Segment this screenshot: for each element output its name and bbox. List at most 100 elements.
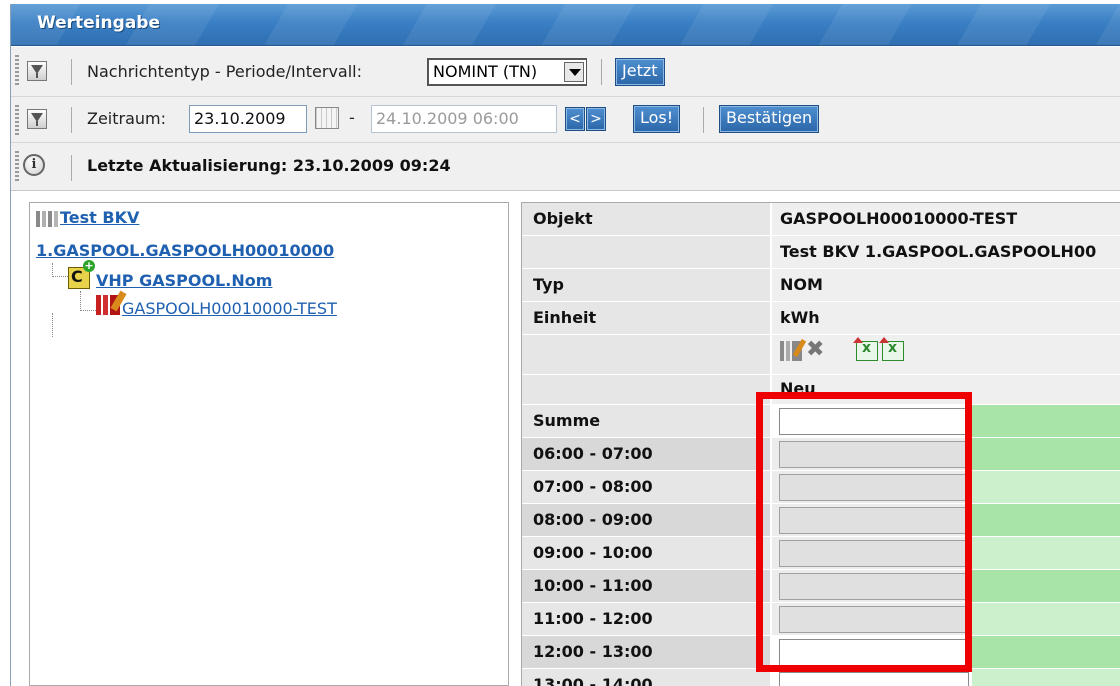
tree-connector bbox=[52, 263, 68, 277]
toolbar-separator bbox=[71, 155, 72, 181]
interval-label: 09:00 - 10:00 bbox=[522, 537, 771, 570]
tree-connector bbox=[80, 291, 96, 311]
grid-row-type: Typ NOM bbox=[522, 269, 1120, 302]
toolbar-separator bbox=[71, 107, 72, 133]
value-grid: Objekt GASPOOLH00010000-TEST Test BKV 1.… bbox=[521, 202, 1120, 686]
go-button[interactable]: Los! bbox=[633, 105, 681, 133]
message-type-toolbar: Nachrichtentyp - Periode/Intervall: NOMI… bbox=[11, 47, 1120, 97]
object-tree: Test BKV 1.GASPOOL.GASPOOLH00010000 VHP … bbox=[29, 202, 509, 686]
date-range-toolbar: Zeitraum: 23.10.2009 - 24.10.2009 06:00 … bbox=[11, 97, 1120, 143]
sum-value-cell bbox=[772, 405, 972, 438]
object-path-value: Test BKV 1.GASPOOL.GASPOOLH00 bbox=[772, 236, 1120, 269]
interval-value-cell bbox=[772, 438, 972, 471]
table-row: 13:00 - 14:00 bbox=[522, 669, 1120, 686]
toolbar-grip-icon[interactable] bbox=[15, 105, 19, 137]
interval-value-cell bbox=[772, 603, 972, 636]
toolbar-grip-icon[interactable] bbox=[15, 55, 19, 87]
werteingabe-window: Werteingabe Nachrichtentyp - Periode/Int… bbox=[10, 4, 1120, 686]
table-row: 11:00 - 12:00 bbox=[522, 603, 1120, 636]
info-icon: i bbox=[23, 154, 45, 176]
tree-node-vhp[interactable]: VHP GASPOOL.Nom bbox=[96, 271, 272, 290]
date-from-input[interactable]: 23.10.2009 bbox=[189, 105, 307, 133]
empty-label bbox=[522, 236, 771, 269]
sum-input[interactable] bbox=[779, 408, 969, 435]
interval-value-cell bbox=[772, 537, 972, 570]
message-type-select-value: NOMINT (TN) bbox=[433, 62, 538, 81]
interval-label: 13:00 - 14:00 bbox=[522, 669, 771, 686]
interval-status-cell bbox=[972, 438, 1120, 471]
interval-input[interactable] bbox=[779, 639, 969, 666]
interval-label: 08:00 - 09:00 bbox=[522, 504, 771, 537]
interval-status-cell bbox=[972, 570, 1120, 603]
date-to-input[interactable]: 24.10.2009 06:00 bbox=[371, 105, 557, 133]
date-range-dash: - bbox=[349, 108, 355, 127]
window-title: Werteingabe bbox=[37, 13, 160, 33]
interval-status-cell bbox=[972, 636, 1120, 669]
date-range-label: Zeitraum: bbox=[87, 109, 167, 128]
interval-label: 11:00 - 12:00 bbox=[522, 603, 771, 636]
delete-icon[interactable] bbox=[806, 341, 828, 361]
interval-input[interactable] bbox=[779, 441, 969, 468]
interval-status-cell bbox=[972, 471, 1120, 504]
tree-node-root[interactable]: Test BKV bbox=[60, 208, 139, 227]
empty-label bbox=[522, 375, 771, 405]
virtual-trading-point-icon bbox=[68, 260, 95, 289]
interval-input[interactable] bbox=[779, 573, 969, 600]
edit-icon[interactable] bbox=[780, 341, 802, 361]
interval-input[interactable] bbox=[779, 474, 969, 501]
toolbar-grip-icon[interactable] bbox=[15, 151, 19, 183]
unit-value: kWh bbox=[772, 302, 1120, 335]
interval-status-cell bbox=[972, 504, 1120, 537]
interval-input[interactable] bbox=[779, 507, 969, 534]
grid-row-object-path: Test BKV 1.GASPOOL.GASPOOLH00 bbox=[522, 236, 1120, 269]
type-value: NOM bbox=[772, 269, 1120, 302]
table-row: 10:00 - 11:00 bbox=[522, 570, 1120, 603]
table-row: 06:00 - 07:00 bbox=[522, 438, 1120, 471]
excel-import-icon[interactable] bbox=[853, 337, 878, 361]
table-row: 07:00 - 08:00 bbox=[522, 471, 1120, 504]
sum-label: Summe bbox=[522, 405, 771, 438]
object-value: GASPOOLH00010000-TEST bbox=[772, 203, 1120, 236]
message-type-select[interactable]: NOMINT (TN) bbox=[427, 58, 587, 86]
interval-value-cell bbox=[772, 570, 972, 603]
grid-row-actions bbox=[522, 335, 1120, 375]
interval-label: 06:00 - 07:00 bbox=[522, 438, 771, 471]
toolbar-separator bbox=[703, 107, 704, 133]
next-period-button[interactable]: > bbox=[586, 107, 606, 131]
calendar-icon[interactable] bbox=[315, 107, 339, 129]
table-row: 12:00 - 13:00 bbox=[522, 636, 1120, 669]
actions-cell bbox=[772, 335, 1120, 375]
grid-row-unit: Einheit kWh bbox=[522, 302, 1120, 335]
interval-label: 07:00 - 08:00 bbox=[522, 471, 771, 504]
confirm-button[interactable]: Bestätigen bbox=[719, 105, 820, 133]
table-row: 08:00 - 09:00 bbox=[522, 504, 1120, 537]
tree-node-object[interactable]: GASPOOLH00010000-TEST bbox=[122, 299, 337, 318]
previous-period-button[interactable]: < bbox=[565, 107, 585, 131]
titlebar-decoration bbox=[11, 4, 1120, 45]
interval-input[interactable] bbox=[779, 606, 969, 633]
object-edit-icon bbox=[96, 295, 120, 315]
grid-row-status: Neu bbox=[522, 375, 1120, 405]
interval-input[interactable] bbox=[779, 672, 969, 686]
grid-row-object: Objekt GASPOOLH00010000-TEST bbox=[522, 203, 1120, 236]
interval-status-cell bbox=[972, 537, 1120, 570]
excel-export-icon[interactable] bbox=[879, 337, 904, 361]
now-button[interactable]: Jetzt bbox=[615, 58, 665, 86]
filter-icon[interactable] bbox=[27, 61, 47, 81]
toolbar-separator bbox=[601, 59, 602, 85]
interval-value-cell bbox=[772, 471, 972, 504]
column-status: Neu bbox=[772, 375, 1120, 405]
interval-value-cell bbox=[772, 504, 972, 537]
interval-status-cell bbox=[972, 603, 1120, 636]
empty-label bbox=[522, 335, 771, 375]
interval-input[interactable] bbox=[779, 540, 969, 567]
balance-group-icon bbox=[36, 211, 58, 227]
tree-node-root-path[interactable]: 1.GASPOOL.GASPOOLH00010000 bbox=[36, 241, 334, 260]
chevron-down-icon[interactable] bbox=[564, 62, 584, 82]
interval-value-cell bbox=[772, 636, 972, 669]
status-toolbar: i Letzte Aktualisierung: 23.10.2009 09:2… bbox=[11, 143, 1120, 191]
last-update-status: Letzte Aktualisierung: 23.10.2009 09:24 bbox=[87, 156, 451, 175]
toolbar-separator bbox=[71, 59, 72, 85]
filter-icon[interactable] bbox=[27, 109, 47, 129]
interval-value-cell bbox=[772, 669, 972, 686]
